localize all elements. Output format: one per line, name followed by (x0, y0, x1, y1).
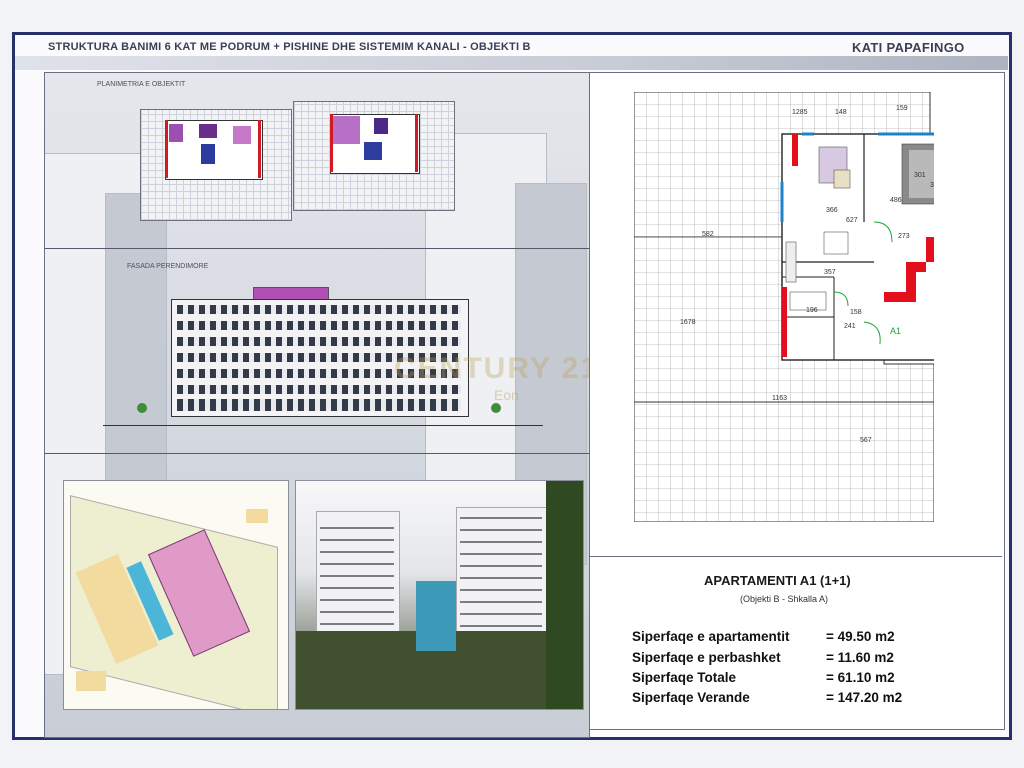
apartment-subtitle: (Objekti B - Shkalla A) (740, 594, 829, 604)
dim-label: 158 (850, 309, 862, 316)
dim-label: 567 (860, 437, 872, 444)
facade-section-label: FASADA PERENDIMORE (127, 263, 209, 270)
plan-section-label: PLANIMETRIA E OBJEKTIT (97, 81, 186, 88)
area-label: Siperfaqe e apartamentit (632, 629, 790, 644)
unit-label: A1 (890, 326, 901, 336)
watermark-brand: CENTURY 21 (394, 352, 600, 385)
dim-label: 1678 (680, 319, 696, 326)
header-band (15, 56, 1008, 70)
dim-label: 273 (898, 233, 910, 240)
area-label: Siperfaqe Verande (632, 690, 750, 705)
dim-label: 148 (835, 109, 847, 116)
area-label: Siperfaqe Totale (632, 670, 737, 685)
dim-label: 241 (844, 323, 856, 330)
dim-label: 627 (846, 217, 858, 224)
area-value: = 147.20 m2 (826, 690, 903, 705)
floor-name: KATI PAPAFINGO (852, 40, 965, 55)
floor-plan-thumb-left (140, 109, 292, 221)
area-value: = 61.10 m2 (826, 670, 895, 685)
area-value: = 49.50 m2 (826, 629, 895, 644)
dim-label: 1163 (772, 395, 787, 402)
dim-label: 357 (824, 269, 836, 276)
area-label: Siperfaqe e perbashket (632, 650, 781, 665)
building-render-image (295, 480, 584, 710)
floor-plan-thumb-right (293, 101, 455, 211)
site-plan-image (63, 480, 289, 710)
tree-icon (137, 403, 147, 413)
sheet-title: STRUKTURA BANIMI 6 KAT ME PODRUM + PISHI… (48, 41, 531, 53)
watermark-office: Eon (494, 387, 519, 403)
ground-line (103, 425, 543, 426)
dim-label: 486 (890, 197, 902, 204)
dim-label: 159 (896, 105, 908, 112)
dim-label: 366 (826, 207, 838, 214)
area-value: = 11.60 m2 (826, 650, 894, 665)
dim-label: 196 (806, 307, 818, 314)
divider (45, 453, 589, 454)
west-facade-drawing (171, 287, 469, 417)
dim-label: 330 (930, 182, 934, 189)
dim-label: 582 (702, 231, 714, 238)
divider (45, 248, 589, 249)
apartment-floor-plan: 1285 148 159 366 627 486 301 330 273 582… (634, 92, 934, 522)
dim-label: 1285 (792, 109, 808, 116)
apartment-title: APARTAMENTI A1 (1+1) (704, 573, 851, 588)
tree-icon (491, 403, 501, 413)
dim-label: 301 (914, 172, 926, 179)
